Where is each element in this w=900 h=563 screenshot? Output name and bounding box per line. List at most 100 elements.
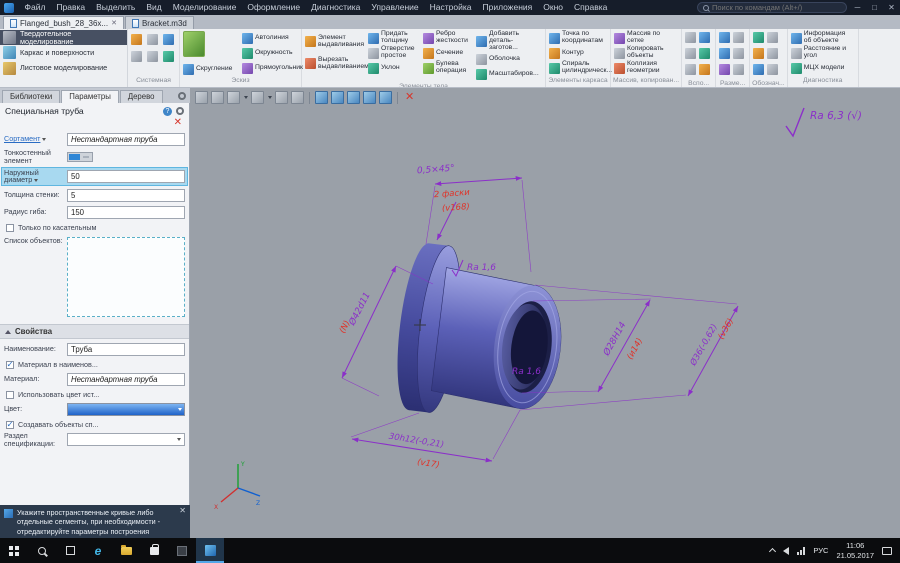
ribbon-item-rectangle[interactable]: Прямоугольник: [242, 61, 298, 75]
ribbon-item-copy-objects[interactable]: Копировать объекты: [614, 46, 670, 60]
network-icon[interactable]: [797, 547, 805, 555]
ribbon-item-add-part-stock[interactable]: Добавить деталь-заготов...: [476, 31, 542, 52]
clock[interactable]: 11:06 21.05.2017: [836, 541, 874, 561]
marking-icon[interactable]: [753, 64, 764, 75]
tangent-only-checkbox[interactable]: [6, 224, 14, 232]
ribbon-item-geometry-collision[interactable]: Коллизия геометрии: [614, 61, 670, 75]
phantoms-icon[interactable]: [363, 91, 376, 104]
bend-radius-input[interactable]: [67, 206, 185, 219]
edge-button[interactable]: e: [84, 538, 112, 563]
coordinate-planes-icon[interactable]: [195, 91, 208, 104]
maximize-button[interactable]: □: [866, 0, 883, 15]
close-hint-icon[interactable]: ✕: [179, 506, 186, 516]
dim-angular-icon[interactable]: [733, 32, 744, 43]
ribbon-item-boolean[interactable]: Булева операция: [423, 61, 473, 75]
menu-modeling[interactable]: Моделирование: [167, 0, 242, 15]
dim-linear-icon[interactable]: [719, 32, 730, 43]
ribbon-item-distance-angle[interactable]: Расстояние и угол: [791, 46, 855, 60]
mode-solid-modeling[interactable]: Твердотельное моделирование: [0, 30, 127, 45]
ribbon-item-draft[interactable]: Уклон: [368, 61, 420, 75]
menu-diagnostics[interactable]: Диагностика: [306, 0, 366, 15]
thread-icon[interactable]: [767, 64, 778, 75]
objects-list-box[interactable]: [67, 237, 185, 317]
wall-thickness-input[interactable]: [67, 189, 185, 202]
rounding-icon[interactable]: [379, 91, 392, 104]
outer-diameter-input[interactable]: [67, 170, 185, 183]
dim-diameter-icon[interactable]: [733, 48, 744, 59]
tab-libraries[interactable]: Библиотеки: [2, 90, 60, 103]
aux-curve-icon[interactable]: [699, 64, 710, 75]
language-indicator[interactable]: РУС: [813, 546, 828, 555]
tab-parameters[interactable]: Параметры: [61, 90, 119, 103]
orientation-icon[interactable]: [251, 91, 264, 104]
abort-command-icon[interactable]: ✕: [403, 91, 416, 104]
tab-tree[interactable]: Дерево: [120, 90, 163, 103]
create-sketch-icon[interactable]: [183, 31, 205, 57]
command-search-input[interactable]: [712, 3, 841, 12]
close-window-button[interactable]: ✕: [883, 0, 900, 15]
file-explorer-button[interactable]: [112, 538, 140, 563]
ribbon-item-simple-hole[interactable]: Отверстие простое: [368, 46, 420, 60]
material-in-name-checkbox[interactable]: [6, 361, 14, 369]
menu-help[interactable]: Справка: [569, 0, 613, 15]
thin-element-toggle[interactable]: [67, 152, 93, 162]
menu-select[interactable]: Выделить: [91, 0, 141, 15]
dim-chain-icon[interactable]: [733, 64, 744, 75]
menu-layout[interactable]: Оформление: [242, 0, 306, 15]
show-hidden-icons-chevron[interactable]: [769, 548, 776, 555]
aux-plane2-icon[interactable]: [685, 64, 696, 75]
tab-bracket[interactable]: Bracket.m3d: [125, 16, 194, 29]
cancel-command-button[interactable]: ✕: [174, 118, 182, 128]
app-button[interactable]: [168, 538, 196, 563]
viewport-3d[interactable]: ✕: [190, 88, 900, 538]
command-options-icon[interactable]: [176, 107, 184, 115]
clipboard-icon[interactable]: [163, 51, 174, 62]
outer-diameter-label[interactable]: Наружный диаметр: [4, 169, 64, 185]
leader-icon[interactable]: [753, 48, 764, 59]
close-tab-icon[interactable]: ✕: [111, 19, 117, 27]
hide-objects-icon[interactable]: [291, 91, 304, 104]
speaker-icon[interactable]: [783, 547, 789, 555]
menu-settings[interactable]: Настройка: [424, 0, 477, 15]
dim-radial-icon[interactable]: [719, 48, 730, 59]
display-mode-icon[interactable]: [275, 91, 288, 104]
dim-auto-icon[interactable]: [719, 64, 730, 75]
store-button[interactable]: [140, 538, 168, 563]
chevron-down-icon[interactable]: [244, 96, 248, 99]
menu-applications[interactable]: Приложения: [477, 0, 538, 15]
notification-center-icon[interactable]: [882, 547, 892, 555]
minimize-button[interactable]: ─: [849, 0, 866, 15]
ortho-mode-icon[interactable]: [331, 91, 344, 104]
use-source-color-checkbox[interactable]: [6, 391, 14, 399]
ribbon-item-autoline[interactable]: Автолиния: [242, 31, 298, 45]
aux-csys-icon[interactable]: [685, 48, 696, 59]
open-icon[interactable]: [131, 34, 142, 45]
aux-axis-icon[interactable]: [699, 32, 710, 43]
task-view-button[interactable]: [56, 538, 84, 563]
aux-plane-icon[interactable]: [685, 32, 696, 43]
ribbon-item-circle[interactable]: Окружность: [242, 46, 298, 60]
taskbar-search-button[interactable]: [28, 538, 56, 563]
ribbon-item-cylindrical-spiral[interactable]: Спираль цилиндрическ...: [549, 61, 607, 75]
ribbon-item-grid-pattern[interactable]: Массив по сетке: [614, 31, 670, 45]
zoom-icon[interactable]: [227, 91, 240, 104]
help-icon[interactable]: ?: [163, 107, 172, 116]
sortament-input[interactable]: [67, 133, 185, 146]
ribbon-item-thicken[interactable]: Придать толщину: [368, 31, 420, 45]
ribbon-item-contour[interactable]: Контур: [549, 46, 607, 60]
roughness-icon[interactable]: [753, 32, 764, 43]
mode-wireframe-surfaces[interactable]: Каркас и поверхности: [0, 45, 127, 60]
ribbon-item-cut-extrude[interactable]: Вырезать выдавливанием: [305, 53, 365, 74]
color-swatch[interactable]: [67, 403, 185, 416]
sortament-label[interactable]: Сортамент: [4, 135, 64, 143]
ribbon-item-object-info[interactable]: Информация об объекте: [791, 31, 855, 45]
menu-management[interactable]: Управление: [366, 0, 424, 15]
menu-window[interactable]: Окно: [538, 0, 569, 15]
redo-icon[interactable]: [147, 51, 158, 62]
sortament-link[interactable]: Сортамент: [4, 134, 40, 143]
material-input[interactable]: [67, 373, 185, 386]
grid-icon[interactable]: [347, 91, 360, 104]
properties-section-header[interactable]: Свойства: [0, 324, 189, 339]
menu-edit[interactable]: Правка: [51, 0, 91, 15]
ribbon-item-shell[interactable]: Оболочка: [476, 53, 542, 67]
